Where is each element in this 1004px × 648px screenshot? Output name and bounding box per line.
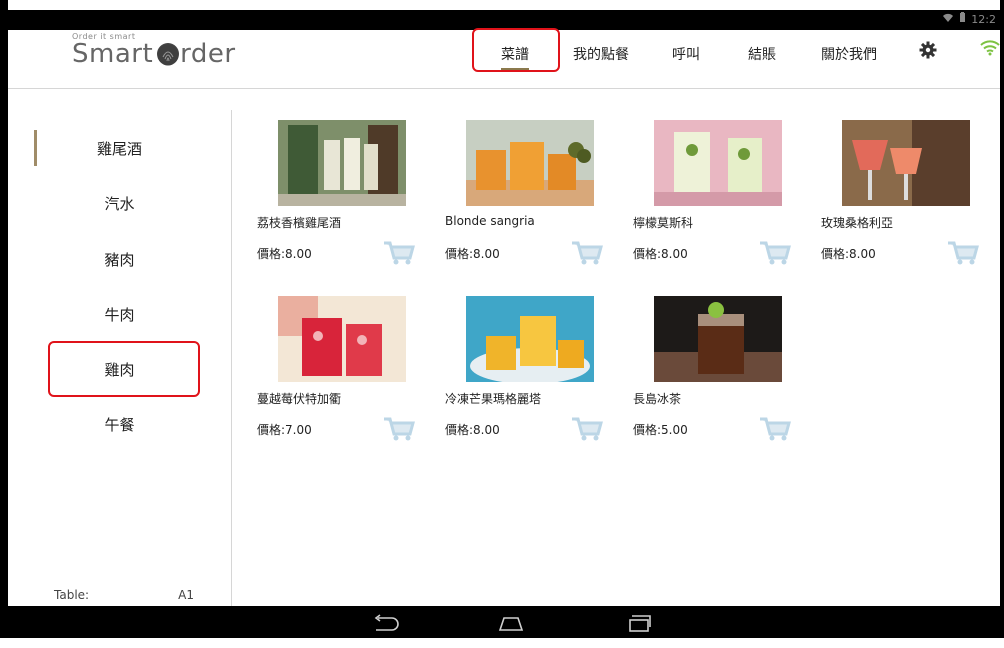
recent-apps-icon[interactable] xyxy=(624,612,654,634)
item-name: 荔枝香檳雞尾酒 xyxy=(257,216,342,230)
status-icons: 12:2 xyxy=(942,12,996,26)
tab-my-order[interactable]: 我的點餐 xyxy=(573,44,629,64)
item-photo xyxy=(466,120,594,206)
item-name: 檸檬莫斯科 xyxy=(633,216,694,230)
top-nav: 菜譜 我的點餐 呼叫 結賬 關於我們 xyxy=(8,28,1000,88)
category-soda[interactable]: 汽水 xyxy=(8,183,231,223)
item-photo xyxy=(842,120,970,206)
category-label: 豬肉 xyxy=(104,250,135,269)
item-name: 長島冰茶 xyxy=(633,392,682,406)
wifi-connection-icon xyxy=(980,40,1000,60)
category-label: 汽水 xyxy=(104,194,135,213)
item-name: 蔓越莓伏特加衢 xyxy=(257,392,342,406)
device-frame-left xyxy=(0,0,8,648)
add-to-cart-icon[interactable] xyxy=(570,238,604,266)
category-lunch[interactable]: 午餐 xyxy=(8,404,231,444)
chicken-category-highlight xyxy=(48,341,200,397)
android-nav-bar xyxy=(8,606,1000,638)
device-frame-right xyxy=(1000,0,1004,648)
category-label: 午餐 xyxy=(104,415,135,434)
item-price: 價格:8.00 xyxy=(257,247,312,261)
table-number: A1 xyxy=(178,588,194,602)
table-label: Table: xyxy=(54,588,90,602)
add-to-cart-icon[interactable] xyxy=(946,238,980,266)
item-photo xyxy=(278,120,406,206)
item-price: 價格:8.00 xyxy=(445,423,500,437)
item-photo xyxy=(654,120,782,206)
category-beef[interactable]: 牛肉 xyxy=(8,294,231,334)
item-price: 價格:8.00 xyxy=(821,247,876,261)
wifi-status-icon xyxy=(942,13,954,26)
item-photo xyxy=(278,296,406,382)
add-to-cart-icon[interactable] xyxy=(382,238,416,266)
category-pork[interactable]: 豬肉 xyxy=(8,239,231,279)
menu-item-card[interactable]: 冷凍芒果瑪格麗塔 價格:8.00 xyxy=(440,296,610,446)
top-margin xyxy=(0,0,1004,10)
battery-icon xyxy=(959,12,966,26)
category-label: 雞尾酒 xyxy=(96,139,142,158)
menu-item-card[interactable]: 荔枝香檳雞尾酒 價格:8.00 xyxy=(252,120,422,270)
tab-about[interactable]: 關於我們 xyxy=(821,44,877,64)
menu-item-card[interactable]: 玫瑰桑格利亞 價格:8.00 xyxy=(816,120,986,270)
item-price: 價格:8.00 xyxy=(633,247,688,261)
add-to-cart-icon[interactable] xyxy=(382,414,416,442)
category-cocktail[interactable]: 雞尾酒 xyxy=(8,128,231,168)
tab-call[interactable]: 呼叫 xyxy=(672,44,700,64)
category-sidebar: 雞尾酒 汽水 豬肉 牛肉 雞肉 午餐 Table: A1 xyxy=(8,110,232,606)
menu-tab-highlight xyxy=(472,28,560,72)
menu-item-card[interactable]: 長島冰茶 價格:5.00 xyxy=(628,296,798,446)
category-label: 牛肉 xyxy=(104,305,135,324)
add-to-cart-icon[interactable] xyxy=(758,238,792,266)
add-to-cart-icon[interactable] xyxy=(758,414,792,442)
menu-item-card[interactable]: Blonde sangria 價格:8.00 xyxy=(440,120,610,270)
add-to-cart-icon[interactable] xyxy=(570,414,604,442)
item-price: 價格:5.00 xyxy=(633,423,688,437)
item-price: 價格:7.00 xyxy=(257,423,312,437)
menu-item-card[interactable]: 檸檬莫斯科 價格:8.00 xyxy=(628,120,798,270)
menu-item-card[interactable]: 蔓越莓伏特加衢 價格:7.00 xyxy=(252,296,422,446)
tab-checkout[interactable]: 結賬 xyxy=(748,44,776,64)
bottom-margin xyxy=(0,638,1004,648)
item-name: 冷凍芒果瑪格麗塔 xyxy=(445,392,542,406)
item-photo xyxy=(466,296,594,382)
app-window: Order it smart Smart rder 菜譜 我的點餐 呼叫 結賬 … xyxy=(8,28,1000,606)
settings-gear-icon[interactable] xyxy=(919,41,937,63)
item-price: 價格:8.00 xyxy=(445,247,500,261)
table-info: Table: A1 xyxy=(54,588,194,602)
back-arrow-icon[interactable] xyxy=(370,612,400,634)
clock: 12:2 xyxy=(971,12,996,26)
selected-category-marker xyxy=(34,130,37,166)
item-photo xyxy=(654,296,782,382)
item-name: Blonde sangria xyxy=(445,214,535,228)
status-bar: 12:2 xyxy=(8,10,1000,30)
header: Order it smart Smart rder 菜譜 我的點餐 呼叫 結賬 … xyxy=(8,28,1000,89)
home-icon[interactable] xyxy=(496,612,526,634)
item-name: 玫瑰桑格利亞 xyxy=(821,216,894,230)
